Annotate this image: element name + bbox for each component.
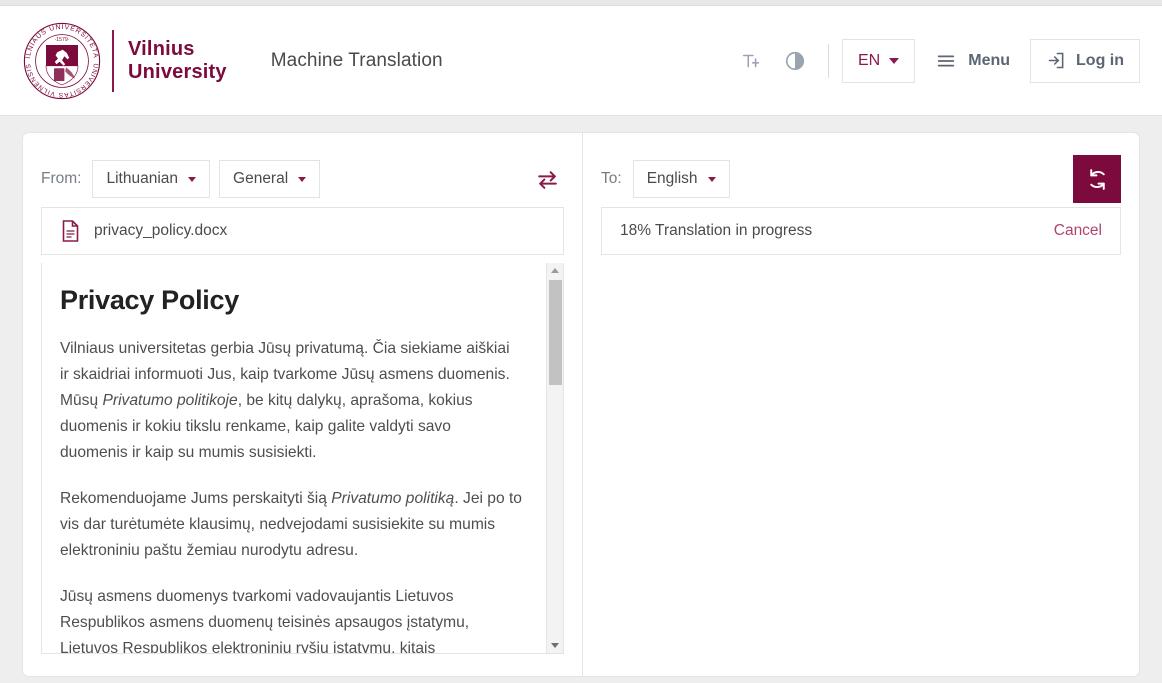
source-toolbar: From: Lithuanian General xyxy=(41,151,564,207)
chevron-down-icon xyxy=(188,176,197,182)
chevron-down-icon xyxy=(298,176,307,182)
chevron-down-icon xyxy=(707,176,716,182)
hamburger-icon xyxy=(938,55,955,66)
document-icon xyxy=(62,220,79,242)
swap-arrows-icon xyxy=(537,170,557,189)
source-pane: From: Lithuanian General privacy_policy.… xyxy=(23,133,583,676)
retranslate-button[interactable] xyxy=(1073,155,1121,203)
to-label: To: xyxy=(601,170,622,187)
chevron-down-icon xyxy=(889,57,900,64)
chevron-down-icon xyxy=(551,643,559,648)
translation-progress-bar: 18% Translation in progress Cancel xyxy=(601,207,1121,255)
login-button[interactable]: Log in xyxy=(1030,38,1140,83)
source-file-bar[interactable]: privacy_policy.docx xyxy=(41,207,564,255)
swap-languages-button[interactable] xyxy=(530,162,564,196)
source-language-value: Lithuanian xyxy=(106,170,179,187)
language-code: EN xyxy=(858,51,881,69)
source-language-select[interactable]: Lithuanian xyxy=(92,160,211,198)
text-size-button[interactable] xyxy=(731,41,771,81)
scrollbar-thumb[interactable] xyxy=(549,280,562,385)
target-language-value: English xyxy=(646,170,698,187)
contrast-button[interactable] xyxy=(775,41,815,81)
vilnius-university-seal-icon: VILNIAUS UNIVERSITETAS UNIVERSITAS VILNE… xyxy=(22,21,101,99)
university-logo[interactable]: VILNIAUS UNIVERSITETAS UNIVERSITAS VILNE… xyxy=(22,21,227,101)
target-language-select[interactable]: English xyxy=(632,160,730,198)
text-size-icon xyxy=(742,54,760,67)
document-scrollbar[interactable] xyxy=(546,263,563,653)
document-preview: Privacy Policy Vilniaus universitetas ge… xyxy=(41,263,564,654)
from-label: From: xyxy=(41,170,82,187)
document-title: Privacy Policy xyxy=(60,285,239,315)
target-toolbar: To: English xyxy=(601,151,1121,207)
source-domain-select[interactable]: General xyxy=(219,160,321,198)
source-file-name: privacy_policy.docx xyxy=(94,222,228,239)
document-paragraph: Jūsų asmens duomenys tvarkomi vadovaujan… xyxy=(60,584,522,653)
emphasised-text: Privatumo politikoje xyxy=(102,392,238,409)
translation-panel: From: Lithuanian General privacy_policy.… xyxy=(22,132,1140,677)
wordmark-line-1: Vilnius xyxy=(128,37,195,60)
refresh-icon xyxy=(1089,168,1105,190)
scrollbar-track[interactable] xyxy=(547,278,563,638)
emphasised-text: Privatumo politiką xyxy=(331,490,455,507)
menu-label: Menu xyxy=(968,51,1011,69)
progress-text: 18% Translation in progress xyxy=(620,222,813,239)
wordmark: Vilnius University xyxy=(128,38,227,84)
menu-button[interactable]: Menu xyxy=(919,39,1026,83)
wordmark-line-2: University xyxy=(128,60,227,83)
target-pane: To: English 18% Translation in progress … xyxy=(583,133,1139,676)
text-run: Rekomenduojame Jums perskaityti šią xyxy=(60,490,332,507)
cancel-translation-link[interactable]: Cancel xyxy=(1054,222,1102,240)
header-separator xyxy=(828,43,829,78)
chevron-up-icon xyxy=(551,268,559,273)
login-label: Log in xyxy=(1076,51,1124,69)
language-selector[interactable]: EN xyxy=(842,38,916,83)
document-paragraph: Vilniaus universitetas gerbia Jūsų priva… xyxy=(60,336,522,466)
header-actions: EN Menu Log in xyxy=(731,38,1140,83)
app-title: Machine Translation xyxy=(270,49,443,71)
svg-text:·1579·: ·1579· xyxy=(55,37,70,43)
document-text: Privacy Policy Vilniaus universitetas ge… xyxy=(42,263,546,653)
contrast-icon xyxy=(785,51,805,70)
document-paragraph: Rekomenduojame Jums perskaityti šią Priv… xyxy=(60,486,522,564)
scroll-down-button[interactable] xyxy=(547,638,563,653)
site-header: VILNIAUS UNIVERSITETAS UNIVERSITAS VILNE… xyxy=(0,6,1162,116)
text-run: Jūsų asmens duomenys tvarkomi vadovaujan… xyxy=(60,588,470,653)
document-paragraphs: Vilniaus universitetas gerbia Jūsų priva… xyxy=(60,336,522,653)
login-arrow-icon xyxy=(1048,52,1064,69)
source-domain-value: General xyxy=(233,170,289,187)
logo-divider xyxy=(112,29,114,92)
scroll-up-button[interactable] xyxy=(547,263,563,278)
